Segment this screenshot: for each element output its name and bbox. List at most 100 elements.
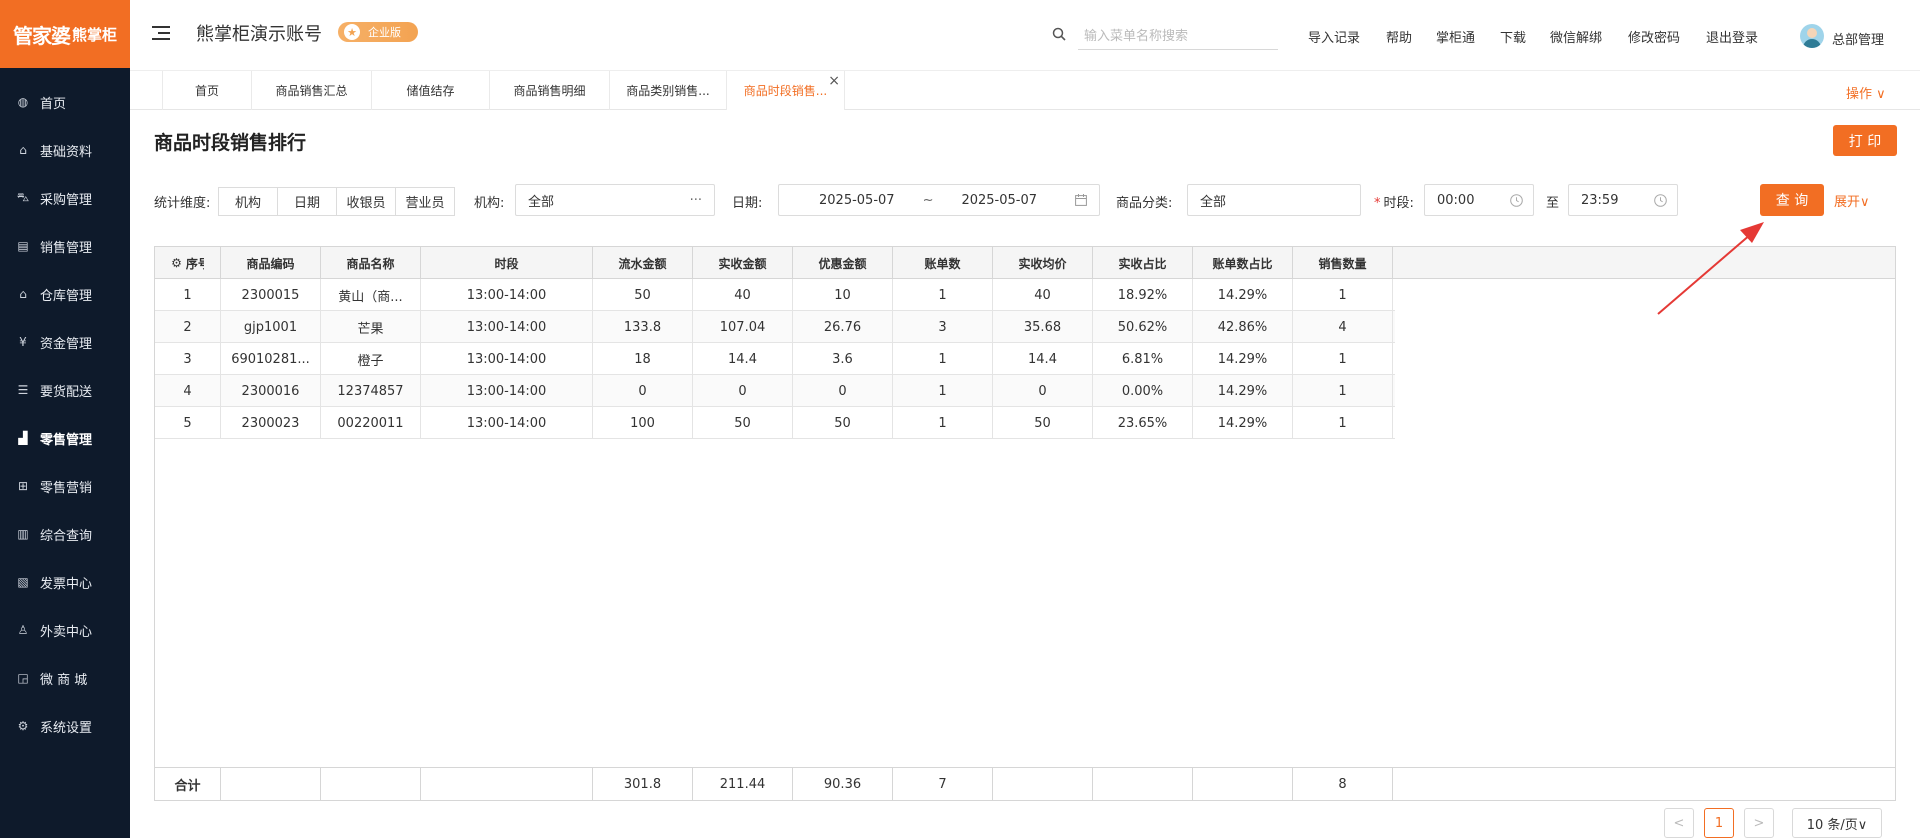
- column-header[interactable]: 商品名称: [321, 247, 421, 279]
- cart-icon: ⛍: [16, 190, 30, 204]
- column-header-label: 序号: [185, 256, 204, 271]
- sidebar-item[interactable]: ▥ 综合查询: [0, 514, 130, 554]
- column-header-label: 实收均价: [1018, 256, 1067, 271]
- user-name[interactable]: 总部管理: [1832, 29, 1884, 48]
- sidebar-item-label: 发票中心: [40, 576, 93, 592]
- sidebar-item[interactable]: ¥ 资金管理: [0, 322, 130, 362]
- import-records-link[interactable]: 导入记录: [1308, 27, 1360, 46]
- table-row[interactable]: 2 gjp1001 芒果 13:00-14:00 133.8 107.04 26.76 3 35…: [155, 311, 1395, 343]
- table-cell: 12374857: [321, 375, 421, 407]
- table-cell: 40: [693, 279, 793, 311]
- footer-cell: 90.36: [793, 768, 893, 800]
- table-cell: 4: [1293, 311, 1393, 343]
- menu-toggle-icon[interactable]: [152, 25, 170, 41]
- table-cell: 0: [793, 375, 893, 407]
- category-select[interactable]: 全部: [1187, 184, 1361, 216]
- sidebar-item[interactable]: ◍ 首页: [0, 82, 130, 122]
- delivery-icon: ♙: [17, 623, 29, 637]
- menu-search-input[interactable]: [1078, 24, 1278, 50]
- period-start-input[interactable]: 00:00: [1424, 184, 1534, 216]
- page-size-select[interactable]: 10 条/页∨: [1792, 808, 1882, 838]
- operations-menu[interactable]: 操作 ∨: [1846, 83, 1886, 102]
- column-header[interactable]: 实收占比: [1093, 247, 1193, 279]
- tab-period-sales[interactable]: 商品时段销售... ×: [727, 71, 845, 110]
- table-cell: 4: [155, 375, 221, 407]
- sidebar-item[interactable]: ⊞ 零售营销: [0, 466, 130, 506]
- print-button[interactable]: 打 印: [1833, 125, 1897, 156]
- wechat-unbind-link[interactable]: 微信解绑: [1550, 27, 1602, 46]
- tab-label: 首页: [194, 84, 219, 98]
- help-link[interactable]: 帮助: [1386, 27, 1412, 46]
- tab-category-sales[interactable]: 商品类别销售...: [610, 71, 727, 110]
- table-cell: 50: [693, 407, 793, 439]
- column-header[interactable]: ⚙序号: [155, 247, 221, 279]
- next-page-button[interactable]: >: [1744, 808, 1774, 838]
- table-cell: 2300016: [221, 375, 321, 407]
- column-settings-icon[interactable]: ⚙: [171, 256, 182, 270]
- change-password-link[interactable]: 修改密码: [1628, 27, 1680, 46]
- sidebar-item-label: 微 商 城: [40, 672, 88, 688]
- sidebar-item[interactable]: ▤ 销售管理: [0, 226, 130, 266]
- sidebar-item-label: 采购管理: [40, 192, 93, 208]
- page-number-current[interactable]: 1: [1704, 808, 1734, 838]
- search-icon: [1052, 27, 1066, 41]
- dimension-label: 统计维度:: [154, 196, 211, 211]
- gear-icon: ⚙: [17, 719, 29, 733]
- table-row[interactable]: 3 69010281... 橙子 13:00-14:00 18 14.4 3.6 1 14.4 6…: [155, 343, 1395, 375]
- dimension-org[interactable]: 机构: [218, 187, 278, 216]
- avatar[interactable]: [1800, 24, 1824, 48]
- column-header-label: 实收占比: [1118, 256, 1167, 271]
- column-header[interactable]: 实收均价: [993, 247, 1093, 279]
- table-row[interactable]: 5 2300023 00220011 13:00-14:00 100 50 50 1 50 23.…: [155, 407, 1395, 439]
- table-cell: 133.8: [593, 311, 693, 343]
- sidebar-item[interactable]: ⛍ 采购管理: [0, 178, 130, 218]
- footer-cell: [221, 768, 321, 800]
- column-header[interactable]: 销售数量: [1293, 247, 1393, 279]
- sidebar-item[interactable]: ♙ 外卖中心: [0, 610, 130, 650]
- period-label: * 时段:: [1374, 192, 1414, 211]
- table-cell: 50.62%: [1093, 311, 1193, 343]
- footer-cell: 合计: [155, 768, 221, 800]
- table-cell: 50: [793, 407, 893, 439]
- sidebar-item[interactable]: ◲ 微 商 城: [0, 658, 130, 698]
- table-cell: gjp1001: [221, 311, 321, 343]
- expand-toggle[interactable]: 展开∨: [1834, 191, 1870, 210]
- table-cell: 0: [993, 375, 1093, 407]
- table-row[interactable]: 1 2300015 黄山（商... 13:00-14:00 50 40 10 1 40 18.92…: [155, 279, 1395, 311]
- dimension-cashier[interactable]: 收银员: [336, 187, 396, 216]
- tab-stored-balance[interactable]: 储值结存: [372, 71, 490, 110]
- column-header[interactable]: 时段: [421, 247, 593, 279]
- sidebar-item[interactable]: ☰ 要货配送: [0, 370, 130, 410]
- logout-link[interactable]: 退出登录: [1706, 27, 1758, 46]
- column-header[interactable]: 商品编码: [221, 247, 321, 279]
- column-header[interactable]: 账单数占比: [1193, 247, 1293, 279]
- column-header[interactable]: 优惠金额: [793, 247, 893, 279]
- table-cell: 100: [593, 407, 693, 439]
- sidebar-item-label: 零售营销: [40, 480, 93, 496]
- tab-sales-summary[interactable]: 商品销售汇总: [252, 71, 372, 110]
- date-end: 2025-05-07: [961, 192, 1038, 208]
- org-select[interactable]: 全部 ···: [515, 184, 715, 216]
- table-cell: 2300015: [221, 279, 321, 311]
- sidebar-item[interactable]: ⚙ 系统设置: [0, 706, 130, 746]
- footer-cell: [1193, 768, 1293, 800]
- sidebar-item[interactable]: ▟ 零售管理: [0, 418, 130, 458]
- tab-sales-detail[interactable]: 商品销售明细: [490, 71, 610, 110]
- sidebar-item[interactable]: ⌂ 仓库管理: [0, 274, 130, 314]
- dimension-date[interactable]: 日期: [277, 187, 337, 216]
- date-range-picker[interactable]: 2025-05-07 ~ 2025-05-07: [778, 184, 1100, 216]
- sidebar-item[interactable]: ▧ 发票中心: [0, 562, 130, 602]
- prev-page-button[interactable]: <: [1664, 808, 1694, 838]
- tab-home[interactable]: 首页: [162, 71, 252, 110]
- zhanggui-link[interactable]: 掌柜通: [1436, 27, 1475, 46]
- column-header[interactable]: 账单数: [893, 247, 993, 279]
- column-header[interactable]: 流水金额: [593, 247, 693, 279]
- dimension-salesperson[interactable]: 营业员: [395, 187, 455, 216]
- column-header-label: 实收金额: [718, 256, 767, 271]
- sidebar-item[interactable]: ⌂ 基础资料: [0, 130, 130, 170]
- close-icon[interactable]: ×: [828, 73, 840, 89]
- download-link[interactable]: 下载: [1500, 27, 1526, 46]
- sidebar-item-label: 零售管理: [40, 432, 93, 448]
- column-header[interactable]: 实收金额: [693, 247, 793, 279]
- table-row[interactable]: 4 2300016 12374857 13:00-14:00 0 0 0 1 0 0.00% 14.…: [155, 375, 1395, 407]
